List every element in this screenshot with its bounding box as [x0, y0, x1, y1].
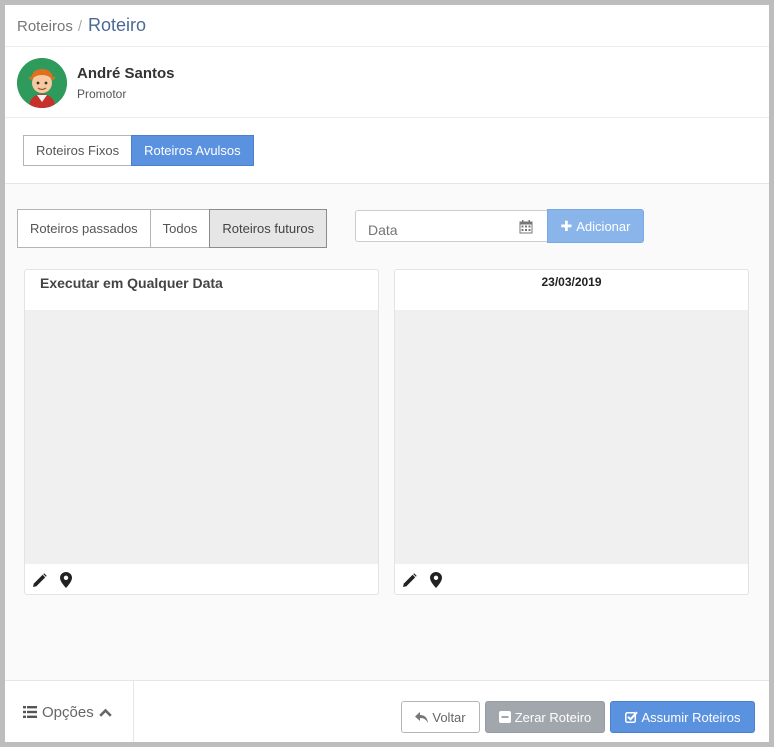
route-card: Executar em Qualquer Data: [24, 269, 379, 595]
user-role: Promotor: [77, 87, 127, 101]
options-toggle[interactable]: Opções: [5, 681, 134, 742]
page-title: Roteiro: [88, 15, 147, 35]
route-card-body: [25, 311, 378, 564]
list-icon: [23, 706, 37, 718]
calendar-icon[interactable]: [519, 220, 533, 234]
filter-todos[interactable]: Todos: [149, 209, 211, 248]
chevron-up-icon: [98, 708, 112, 717]
map-pin-icon[interactable]: [60, 572, 72, 588]
pencil-icon[interactable]: [402, 573, 417, 588]
add-button[interactable]: ✚ Adicionar: [547, 209, 644, 243]
tab-roteiros-fixos[interactable]: Roteiros Fixos: [23, 135, 133, 166]
breadcrumb-separator: /: [77, 18, 83, 35]
add-button-label: Adicionar: [576, 218, 631, 234]
route-card-title: 23/03/2019: [395, 270, 748, 311]
filter-roteiros-passados[interactable]: Roteiros passados: [17, 209, 151, 248]
check-square-icon: [624, 711, 638, 723]
reset-route-button-label: Zerar Roteiro: [514, 709, 592, 725]
back-button-label: Voltar: [432, 709, 466, 725]
user-header: André Santos Promotor: [5, 47, 769, 118]
route-card-footer: [25, 564, 378, 595]
options-label: Opções: [42, 703, 94, 721]
filter-roteiros-futuros[interactable]: Roteiros futuros: [209, 209, 328, 248]
avatar: [17, 58, 67, 108]
pencil-icon[interactable]: [32, 573, 47, 588]
user-name: André Santos: [77, 65, 175, 82]
reply-icon: [415, 711, 429, 723]
bottom-bar: Opções Voltar Zerar Roteiro Assumir Rote…: [5, 680, 769, 742]
period-filter: Roteiros passados Todos Roteiros futuros: [17, 209, 328, 248]
route-card-title: Executar em Qualquer Data: [25, 270, 378, 311]
assume-routes-button[interactable]: Assumir Roteiros: [610, 701, 755, 733]
plus-icon: ✚: [560, 217, 573, 234]
page-frame: Roteiros / Roteiro André Santos Promotor R…: [5, 5, 769, 742]
minus-square-icon: [498, 711, 511, 723]
map-pin-icon[interactable]: [430, 572, 442, 588]
route-type-tabs-bar: Roteiros Fixos Roteiros Avulsos: [5, 118, 769, 184]
breadcrumb-root-link[interactable]: Roteiros: [17, 18, 73, 35]
route-card: 23/03/2019: [394, 269, 749, 595]
assume-routes-button-label: Assumir Roteiros: [641, 709, 741, 725]
breadcrumb: Roteiros / Roteiro: [5, 5, 769, 47]
route-card-body: [395, 311, 748, 564]
reset-route-button[interactable]: Zerar Roteiro: [485, 701, 605, 733]
tab-roteiros-avulsos[interactable]: Roteiros Avulsos: [131, 135, 254, 166]
back-button[interactable]: Voltar: [401, 701, 480, 733]
route-type-tabs: Roteiros Fixos Roteiros Avulsos: [23, 135, 254, 166]
route-card-footer: [395, 564, 748, 595]
